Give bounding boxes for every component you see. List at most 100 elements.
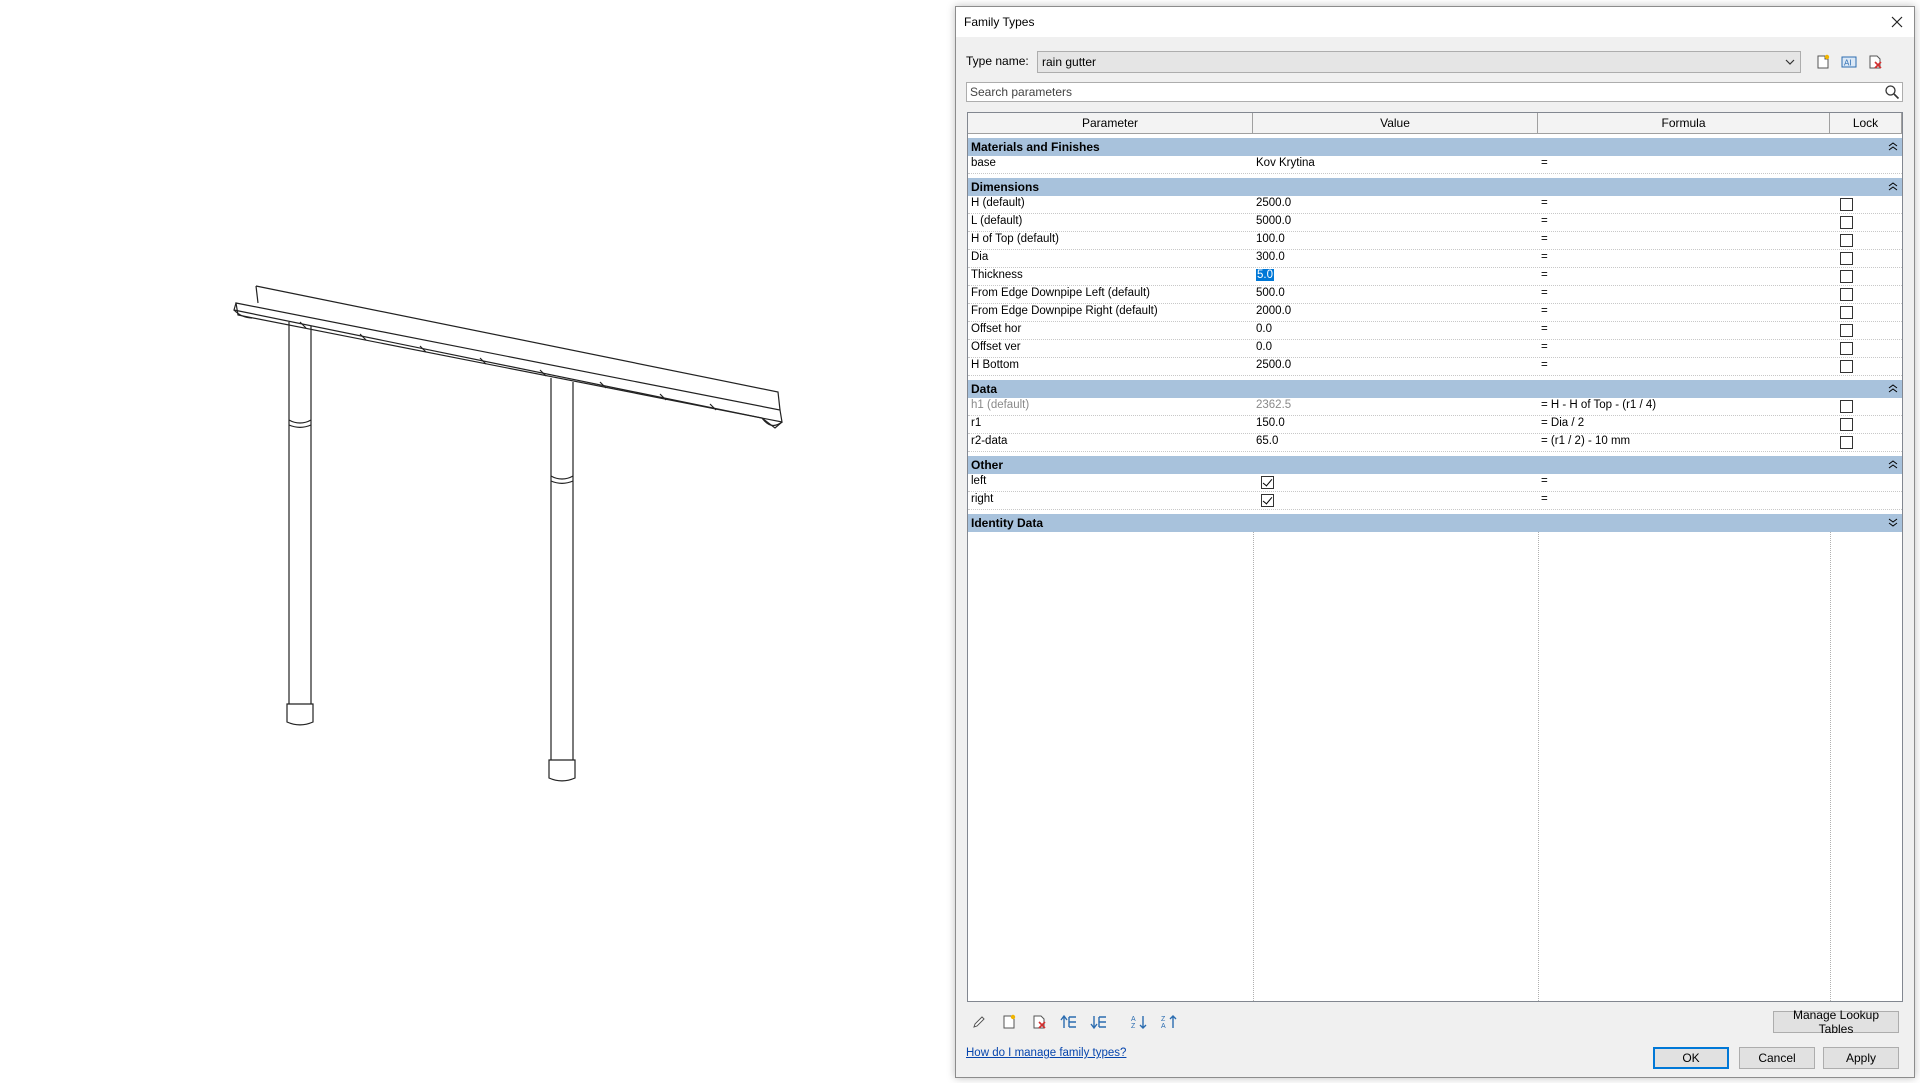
- lock-checkbox[interactable]: [1840, 198, 1853, 211]
- parameter-formula[interactable]: =: [1538, 304, 1830, 321]
- parameter-row[interactable]: H of Top (default) 100.0 =: [968, 232, 1902, 250]
- parameter-row[interactable]: base Kov Krytina =: [968, 156, 1902, 174]
- parameter-value[interactable]: [1253, 492, 1538, 509]
- parameter-formula[interactable]: =: [1538, 232, 1830, 249]
- parameter-formula[interactable]: =: [1538, 286, 1830, 303]
- parameter-value[interactable]: 2500.0: [1253, 196, 1538, 213]
- lock-checkbox[interactable]: [1840, 288, 1853, 301]
- lock-checkbox[interactable]: [1840, 436, 1853, 449]
- parameter-formula[interactable]: =: [1538, 268, 1830, 285]
- move-down-button[interactable]: [1088, 1011, 1110, 1033]
- collapse-icon[interactable]: [1888, 182, 1898, 192]
- parameter-value[interactable]: [1253, 474, 1538, 491]
- column-header[interactable]: Formula: [1538, 113, 1830, 134]
- lock-checkbox[interactable]: [1840, 342, 1853, 355]
- dialog-title-bar[interactable]: Family Types: [956, 7, 1914, 37]
- parameter-row[interactable]: Dia 300.0 =: [968, 250, 1902, 268]
- edit-parameter-button[interactable]: [968, 1011, 990, 1033]
- parameter-value[interactable]: 65.0: [1253, 434, 1538, 451]
- lock-checkbox[interactable]: [1840, 306, 1853, 319]
- rename-type-button[interactable]: AI: [1838, 51, 1860, 73]
- move-up-button[interactable]: [1058, 1011, 1080, 1033]
- lock-checkbox[interactable]: [1840, 234, 1853, 247]
- parameter-formula[interactable]: =: [1538, 492, 1830, 509]
- value-checkbox[interactable]: [1261, 476, 1274, 489]
- parameter-row[interactable]: From Edge Downpipe Left (default) 500.0 =: [968, 286, 1902, 304]
- parameter-value[interactable]: 2000.0: [1253, 304, 1538, 321]
- parameter-row[interactable]: Thickness 5.0 =: [968, 268, 1902, 286]
- parameter-formula[interactable]: =: [1538, 474, 1830, 491]
- type-name-select[interactable]: rain gutter: [1037, 51, 1801, 73]
- group-header[interactable]: Identity Data: [968, 510, 1902, 532]
- parameter-value[interactable]: 0.0: [1253, 340, 1538, 357]
- parameter-row[interactable]: right =: [968, 492, 1902, 510]
- parameters-grid[interactable]: Parameter Value Formula Lock Materials and …: [967, 112, 1903, 1002]
- parameter-formula[interactable]: =: [1538, 250, 1830, 267]
- parameter-row[interactable]: L (default) 5000.0 =: [968, 214, 1902, 232]
- collapse-icon[interactable]: [1888, 384, 1898, 394]
- help-link[interactable]: How do I manage family types?: [966, 1047, 1126, 1059]
- search-input[interactable]: [970, 85, 1850, 99]
- parameter-row[interactable]: Offset hor 0.0 =: [968, 322, 1902, 340]
- parameter-formula[interactable]: =: [1538, 358, 1830, 375]
- selected-value-text[interactable]: 5.0: [1256, 269, 1274, 281]
- lock-checkbox[interactable]: [1840, 324, 1853, 337]
- ok-button[interactable]: OK: [1653, 1047, 1729, 1069]
- model-viewport[interactable]: [0, 0, 950, 1080]
- delete-parameter-button[interactable]: [1028, 1011, 1050, 1033]
- collapse-icon[interactable]: [1888, 142, 1898, 152]
- parameter-value[interactable]: 2500.0: [1253, 358, 1538, 375]
- lock-checkbox[interactable]: [1840, 252, 1853, 265]
- lock-checkbox[interactable]: [1840, 216, 1853, 229]
- collapse-icon[interactable]: [1888, 460, 1898, 470]
- close-button[interactable]: [1884, 10, 1910, 34]
- manage-lookup-tables-button[interactable]: Manage Lookup Tables: [1773, 1008, 1899, 1036]
- new-type-button[interactable]: [1812, 51, 1834, 73]
- parameter-row[interactable]: r2-data 65.0 = (r1 / 2) - 10 mm: [968, 434, 1902, 452]
- parameter-value[interactable]: 5000.0: [1253, 214, 1538, 231]
- parameter-row[interactable]: r1 150.0 = Dia / 2: [968, 416, 1902, 434]
- parameter-row[interactable]: H Bottom 2500.0 =: [968, 358, 1902, 376]
- parameter-formula[interactable]: = (r1 / 2) - 10 mm: [1538, 434, 1830, 451]
- group-header[interactable]: Data: [968, 376, 1902, 398]
- group-header[interactable]: Materials and Finishes: [968, 134, 1902, 156]
- parameter-row[interactable]: h1 (default) 2362.5 = H - H of Top - (r1 /…: [968, 398, 1902, 416]
- lock-checkbox[interactable]: [1840, 400, 1853, 413]
- parameter-formula[interactable]: =: [1538, 214, 1830, 231]
- parameter-formula[interactable]: =: [1538, 340, 1830, 357]
- parameter-value[interactable]: 0.0: [1253, 322, 1538, 339]
- parameter-formula[interactable]: =: [1538, 322, 1830, 339]
- parameter-value[interactable]: 300.0: [1253, 250, 1538, 267]
- cancel-button[interactable]: Cancel: [1739, 1047, 1815, 1069]
- expand-icon[interactable]: [1888, 518, 1898, 528]
- parameter-row[interactable]: H (default) 2500.0 =: [968, 196, 1902, 214]
- parameter-value[interactable]: 2362.5: [1253, 398, 1538, 415]
- parameter-formula[interactable]: =: [1538, 156, 1830, 173]
- column-header[interactable]: Value: [1253, 113, 1538, 134]
- parameter-value[interactable]: Kov Krytina: [1253, 156, 1538, 173]
- parameter-formula[interactable]: =: [1538, 196, 1830, 213]
- parameter-formula[interactable]: = H - H of Top - (r1 / 4): [1538, 398, 1830, 415]
- parameter-row[interactable]: left =: [968, 474, 1902, 492]
- parameter-value[interactable]: 500.0: [1253, 286, 1538, 303]
- parameter-row[interactable]: Offset ver 0.0 =: [968, 340, 1902, 358]
- search-parameters-box[interactable]: [966, 82, 1903, 102]
- apply-button[interactable]: Apply: [1823, 1047, 1899, 1069]
- value-checkbox[interactable]: [1261, 494, 1274, 507]
- sort-descending-button[interactable]: Z A: [1158, 1011, 1180, 1033]
- column-header[interactable]: Parameter: [968, 113, 1253, 134]
- new-parameter-button[interactable]: [998, 1011, 1020, 1033]
- parameter-value[interactable]: 100.0: [1253, 232, 1538, 249]
- column-header[interactable]: Lock: [1830, 113, 1902, 134]
- parameter-formula[interactable]: = Dia / 2: [1538, 416, 1830, 433]
- sort-ascending-button[interactable]: A Z: [1128, 1011, 1150, 1033]
- search-button[interactable]: [1884, 84, 1900, 103]
- lock-checkbox[interactable]: [1840, 360, 1853, 373]
- delete-type-button[interactable]: [1864, 51, 1886, 73]
- group-header[interactable]: Dimensions: [968, 174, 1902, 196]
- parameter-value[interactable]: 5.0: [1253, 268, 1538, 285]
- parameter-value[interactable]: 150.0: [1253, 416, 1538, 433]
- lock-checkbox[interactable]: [1840, 418, 1853, 431]
- group-header[interactable]: Other: [968, 452, 1902, 474]
- parameter-row[interactable]: From Edge Downpipe Right (default) 2000.0…: [968, 304, 1902, 322]
